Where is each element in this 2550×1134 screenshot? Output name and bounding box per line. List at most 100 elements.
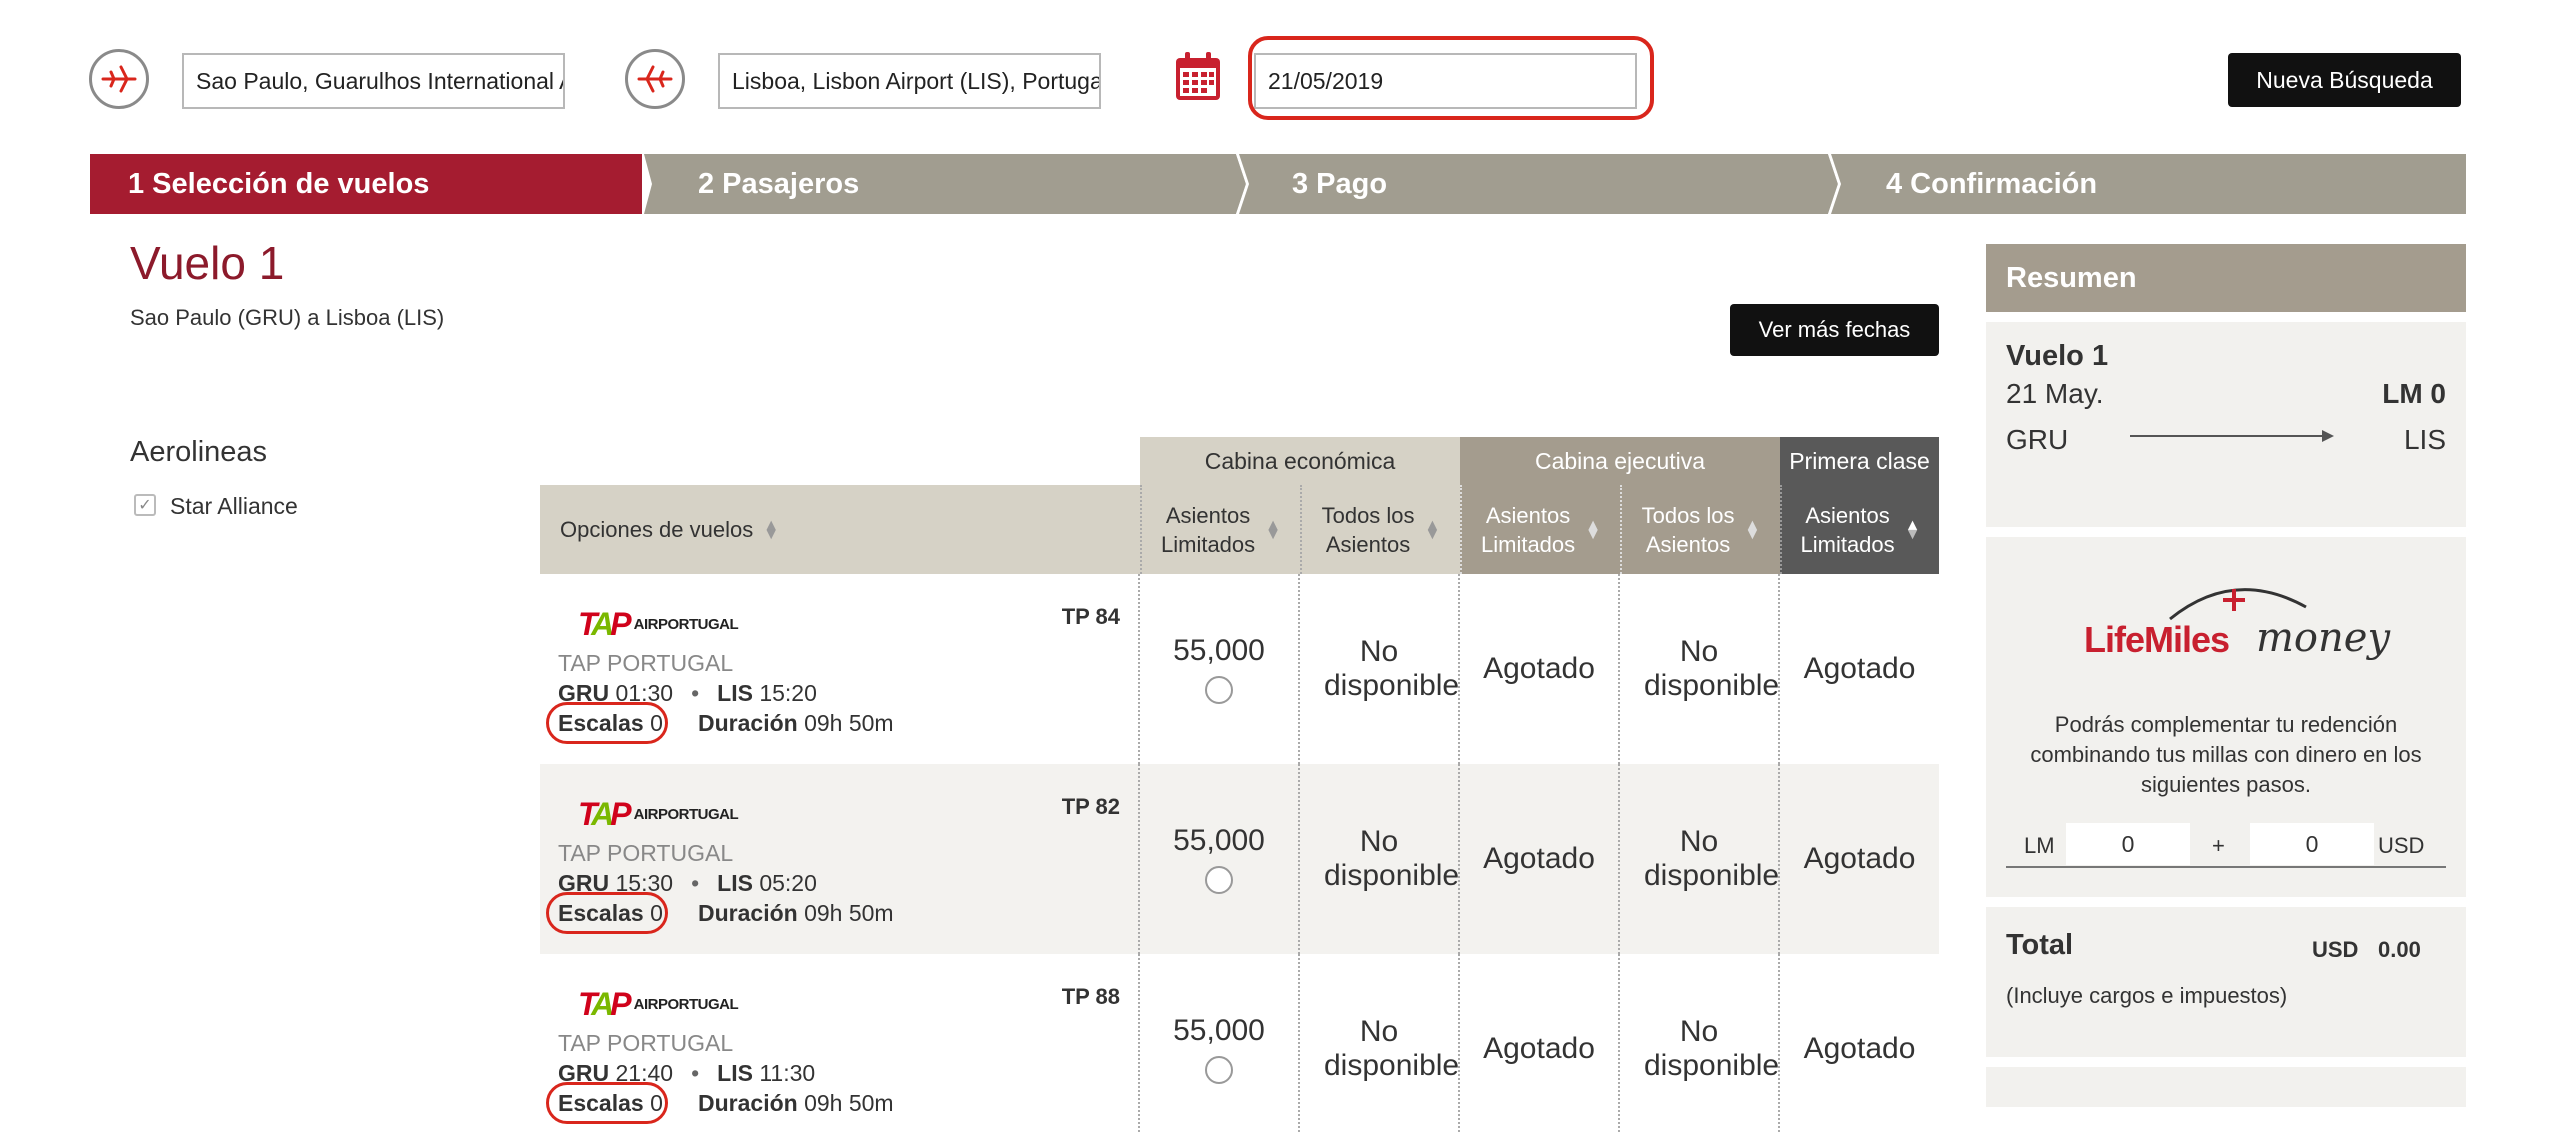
flight-row[interactable]: TAP AIRPORTUGAL TP 88 TAP PORTUGAL GRU 21:40… <box>540 954 1939 1134</box>
cabin-business-header: Cabina ejecutiva <box>1460 437 1780 485</box>
flight-row[interactable]: TAP AIRPORTUGAL TP 84 TAP PORTUGAL GRU 01:30… <box>540 574 1939 764</box>
sort-icon[interactable]: ▲ ▼ <box>1905 517 1921 542</box>
total-label: Total <box>2006 929 2074 961</box>
stops-value: 0 <box>650 1090 663 1116</box>
eco-limited-line2: Limitados <box>1161 531 1256 557</box>
sort-icon[interactable]: ▲ ▼ <box>763 517 779 542</box>
sort-icon[interactable]: ▲ ▼ <box>1585 517 1601 542</box>
progress-stepper: 1 Selección de vuelos 2 Pasajeros 3 Pago… <box>90 154 2466 214</box>
flight-number: TP 84 <box>1061 604 1120 629</box>
flight-info: TAP AIRPORTUGAL TP 88 TAP PORTUGAL GRU 21:40… <box>540 954 1138 1134</box>
first-limited-cell: Agotado <box>1778 954 1939 1134</box>
calendar-icon[interactable] <box>1174 50 1222 107</box>
tap-logo-text: AIRPORTUGAL <box>633 806 739 823</box>
availability-text: Agotado <box>1483 842 1595 875</box>
duration-info: Duración 09h 50m <box>698 1090 894 1117</box>
tap-logo-mark: TAP <box>578 986 632 1022</box>
availability-text: Agotado <box>1803 652 1916 685</box>
lm-divider <box>2006 866 2446 868</box>
sort-icon[interactable]: ▲ ▼ <box>1265 517 1281 542</box>
first-limited-cell: Agotado <box>1778 574 1939 764</box>
availability-text: Agotado <box>1483 1032 1595 1065</box>
flight-options-header[interactable]: Opciones de vuelos ▲ ▼ <box>540 485 1140 574</box>
tap-airline-logo: TAP AIRPORTUGAL <box>578 986 739 1023</box>
lm-amount-input[interactable]: 0 <box>2066 823 2190 865</box>
duration-value: 09h 50m <box>804 1090 894 1116</box>
total-note: (Incluye cargos e impuestos) <box>2006 983 2288 1008</box>
availability-text: No disponible <box>1324 1015 1460 1082</box>
header-biz-all[interactable]: Todos los Asientos ▲ ▼ <box>1620 485 1780 574</box>
eco-all-line2: Asientos <box>1325 531 1411 557</box>
stops-value: 0 <box>650 900 663 926</box>
duration-label: Duración <box>698 900 798 926</box>
flight-info: TAP AIRPORTUGAL TP 82 TAP PORTUGAL GRU 15:30… <box>540 764 1138 954</box>
date-highlight-ring <box>1248 36 1654 120</box>
availability-text: No disponible <box>1644 825 1780 892</box>
origin-input[interactable]: Sao Paulo, Guarulhos International A <box>182 53 565 109</box>
biz-all-cell: No disponible <box>1618 954 1780 1134</box>
route-arrow-icon <box>2130 426 2334 451</box>
eco-limited-line1: Asientos <box>1165 502 1251 528</box>
stops-info: Escalas 0 <box>558 710 663 737</box>
money-brand-text: money <box>2256 615 2391 661</box>
fare-radio-button[interactable] <box>1205 866 1233 894</box>
destination-input[interactable]: Lisboa, Lisbon Airport (LIS), Portugal <box>718 53 1101 109</box>
summary-date: 21 May. <box>2006 378 2104 409</box>
availability-text: No disponible <box>1324 825 1460 892</box>
duration-value: 09h 50m <box>804 710 894 736</box>
stops-info: Escalas 0 <box>558 1090 663 1117</box>
total-currency: USD <box>2312 937 2359 962</box>
stepper-background <box>90 154 2466 214</box>
step-flight-selection: 1 Selección de vuelos <box>128 167 430 200</box>
header-first-limited[interactable]: Asientos Limitados ▲ ▼ <box>1780 485 1939 574</box>
eco-limited-cell[interactable]: 55,000 <box>1138 574 1298 764</box>
tap-logo-text: AIRPORTUGAL <box>633 996 739 1013</box>
eco-all-cell: No disponible <box>1298 764 1460 954</box>
lifemiles-money-logo: LifeMiles money <box>2084 588 2390 667</box>
header-biz-limited[interactable]: Asientos Limitados ▲ ▼ <box>1460 485 1620 574</box>
usd-label: USD <box>2378 833 2425 858</box>
stops-label: Escalas <box>558 710 644 736</box>
flight-info: TAP AIRPORTUGAL TP 84 TAP PORTUGAL GRU 01:30… <box>540 574 1138 764</box>
star-alliance-label[interactable]: Star Alliance <box>170 493 298 520</box>
tap-logo-mark: TAP <box>578 606 632 642</box>
header-eco-limited[interactable]: Asientos Limitados ▲ ▼ <box>1140 485 1300 574</box>
usd-amount-input[interactable]: 0 <box>2250 823 2374 865</box>
carrier-name: TAP PORTUGAL <box>558 840 734 866</box>
header-eco-all[interactable]: Todos los Asientos ▲ ▼ <box>1300 485 1460 574</box>
miles-price: 55,000 <box>1173 824 1265 857</box>
total-amount: 0.00 <box>2378 937 2421 962</box>
availability-text: Agotado <box>1803 842 1916 875</box>
star-alliance-checkbox[interactable]: ✓ <box>134 494 156 516</box>
stops-value: 0 <box>650 710 663 736</box>
step-payment: 3 Pago <box>1292 167 1388 200</box>
separator-dot: • <box>691 870 700 896</box>
sort-icon[interactable]: ▲ ▼ <box>1425 517 1441 542</box>
availability-text: Agotado <box>1483 652 1595 685</box>
more-dates-button[interactable]: Ver más fechas <box>1730 304 1939 356</box>
eco-limited-cell[interactable]: 55,000 <box>1138 764 1298 954</box>
summary-flight-panel: Vuelo 1 21 May. LM 0 GRU LIS <box>1986 322 2466 527</box>
flight-options-label: Opciones de vuelos <box>560 517 754 542</box>
arr-time: 11:30 <box>759 1060 816 1086</box>
sort-icon[interactable]: ▲ ▼ <box>1745 517 1761 542</box>
total-panel: Total USD 0.00 (Incluye cargos e impuest… <box>1986 907 2466 1057</box>
duration-info: Duración 09h 50m <box>698 900 894 927</box>
lifemiles-money-panel: LifeMiles money Podrás complementar tu r… <box>1986 537 2466 897</box>
airlines-filter-title: Aerolineas <box>130 436 268 468</box>
fare-radio-button[interactable] <box>1205 676 1233 704</box>
combine-text: Podrás complementar tu redención combina… <box>2030 712 2422 797</box>
flight-row[interactable]: TAP AIRPORTUGAL TP 82 TAP PORTUGAL GRU 15:30… <box>540 764 1939 954</box>
new-search-button[interactable]: Nueva Búsqueda <box>2228 53 2461 107</box>
page-title: Vuelo 1 <box>130 237 285 289</box>
availability-text: Agotado <box>1803 1032 1916 1065</box>
tap-logo-mark: TAP <box>578 796 632 832</box>
fare-radio-button[interactable] <box>1205 1056 1233 1084</box>
eco-all-line1: Todos los <box>1321 502 1415 528</box>
eco-limited-cell[interactable]: 55,000 <box>1138 954 1298 1134</box>
biz-limited-cell: Agotado <box>1458 954 1618 1134</box>
flight-number: TP 82 <box>1061 794 1120 819</box>
miles-price: 55,000 <box>1173 634 1265 667</box>
availability-text: No disponible <box>1644 1015 1780 1082</box>
biz-limited-line1: Asientos <box>1485 502 1571 528</box>
